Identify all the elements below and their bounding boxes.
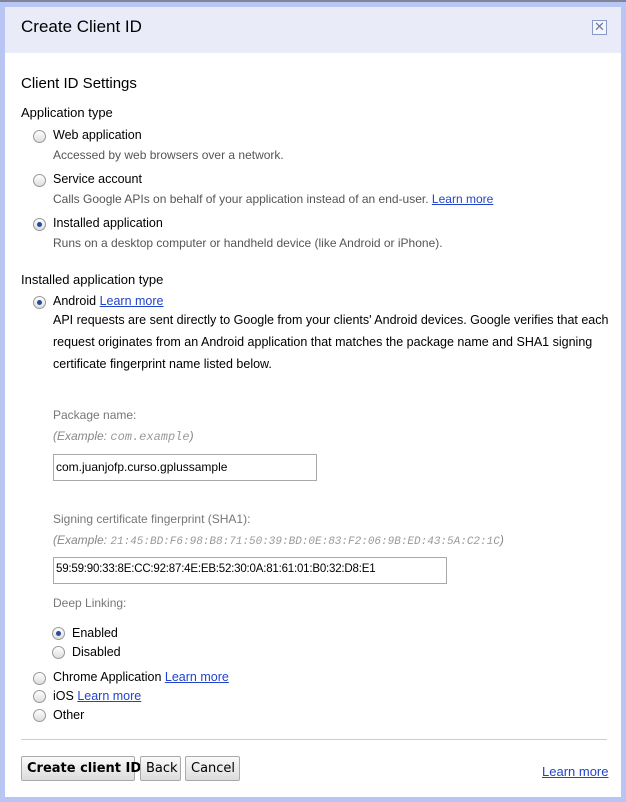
package-example-prefix: (Example: [53,429,108,443]
application-type-label: Application type [21,105,113,120]
sha1-example: (Example: 21:45:BD:F6:98:B8:71:50:39:BD:… [53,533,504,548]
web-application-label: Web application [53,128,142,142]
service-account-learn-more-link[interactable]: Learn more [432,192,493,206]
dialog-title: Create Client ID [21,17,142,36]
installed-application-label: Installed application [53,216,163,230]
installed-type-heading: Installed application type [21,272,164,287]
close-icon[interactable]: ✕ [592,20,607,35]
other-label: Other [53,708,85,722]
ios-label: iOS [53,689,74,703]
android-learn-more-link[interactable]: Learn more [100,294,164,308]
radio-deep-linking-disabled[interactable] [52,646,65,659]
chrome-option: Chrome Application Learn more [53,670,229,684]
android-label: Android [53,294,97,308]
section-heading: Client ID Settings [21,75,137,92]
deep-linking-label: Deep Linking: [53,596,127,610]
web-application-desc: Accessed by web browsers over a network. [53,148,284,162]
package-name-label: Package name: [53,408,137,422]
service-account-desc: Calls Google APIs on behalf of your appl… [53,192,493,206]
window-top-strip [0,0,626,2]
create-client-id-button[interactable]: Create client ID [21,756,141,781]
radio-installed-application[interactable] [33,218,46,231]
chrome-learn-more-link[interactable]: Learn more [165,670,229,684]
footer-divider [21,739,607,740]
back-button[interactable]: Back [140,756,181,781]
chrome-label: Chrome Application [53,670,162,684]
ios-option: iOS Learn more [53,689,141,703]
cancel-button[interactable]: Cancel [185,756,240,781]
sha1-input[interactable]: 59:59:90:33:8E:CC:92:87:4E:EB:52:30:0A:8… [53,557,447,584]
radio-deep-linking-enabled[interactable] [52,627,65,640]
package-name-input[interactable]: com.juanjofp.curso.gplussample [53,454,317,481]
service-account-label: Service account [53,172,142,186]
installed-application-desc: Runs on a desktop computer or handheld d… [53,236,443,250]
radio-chrome-application[interactable] [33,672,46,685]
radio-service-account[interactable] [33,174,46,187]
sha1-example-prefix: (Example: [53,533,108,547]
package-example: (Example: com.example) [53,429,194,444]
radio-other[interactable] [33,709,46,722]
deep-linking-enabled-label: Enabled [72,626,118,640]
package-example-value: com.example [110,430,190,444]
deep-linking-disabled-label: Disabled [72,645,121,659]
create-client-id-dialog: Create Client ID ✕ Client ID Settings Ap… [5,7,621,797]
service-account-desc-text: Calls Google APIs on behalf of your appl… [53,192,429,206]
sha1-example-value: 21:45:BD:F6:98:B8:71:50:39:BD:0E:83:F2:0… [110,536,500,548]
radio-ios[interactable] [33,690,46,703]
sha1-label: Signing certificate fingerprint (SHA1): [53,512,251,526]
android-description: API requests are sent directly to Google… [53,313,609,371]
footer-learn-more-link[interactable]: Learn more [542,764,608,779]
package-example-suffix: ) [189,429,194,443]
sha1-example-suffix: ) [499,533,504,547]
ios-learn-more-link[interactable]: Learn more [77,689,141,703]
radio-web-application[interactable] [33,130,46,143]
android-option: Android Learn more [53,294,164,308]
radio-android[interactable] [33,296,46,309]
